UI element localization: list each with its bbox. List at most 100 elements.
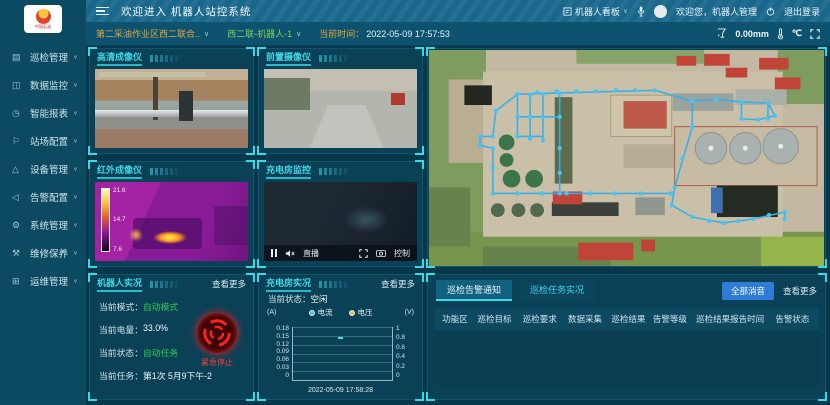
station-select[interactable]: 第二采油作业区西二联合.. ∨ bbox=[96, 27, 209, 40]
sidebar-item-maintenance[interactable]: ⚒ 维修保养 ∨ bbox=[0, 239, 86, 267]
left-axis-ticks: 0.180.15 0.120.09 0.060.03 0 bbox=[267, 327, 289, 381]
sidebar-item-label: 巡检管理 bbox=[30, 50, 68, 64]
speaker-icon: ◁ bbox=[12, 192, 25, 203]
tab-task-live[interactable]: 巡检任务实况 bbox=[519, 280, 595, 301]
clock-icon: ◷ bbox=[12, 108, 25, 119]
x-axis-time: 2022-05-09 17:58:28 bbox=[267, 387, 414, 394]
facility-map-panel bbox=[427, 48, 826, 267]
pause-icon[interactable] bbox=[271, 249, 277, 257]
equalizer-decoration bbox=[150, 281, 184, 288]
status-value: 自动任务 bbox=[143, 346, 178, 359]
kanban-label: 机器人看板 bbox=[575, 5, 620, 18]
rain-gauge-icon bbox=[716, 28, 727, 39]
gear-icon: ⚙ bbox=[12, 220, 25, 231]
control-label[interactable]: 控制 bbox=[394, 248, 410, 259]
status-label: 当前状态： bbox=[99, 346, 143, 359]
view-more-link[interactable]: 查看更多 bbox=[381, 278, 415, 290]
right-axis-ticks: 10.8 0.60.4 0.20 bbox=[396, 327, 414, 381]
roadside-trees bbox=[264, 78, 310, 110]
battery-label: 当前电量： bbox=[99, 323, 143, 336]
equalizer-decoration bbox=[319, 281, 353, 288]
current-time-label: 当前时间： bbox=[319, 27, 364, 40]
logout-button[interactable]: 退出登录 bbox=[784, 5, 820, 18]
ir-camera-video: 21.6 14.7 7.6 bbox=[95, 182, 248, 261]
front-camera-panel: 前置摄像仪 bbox=[258, 48, 423, 154]
sidebar-item-patrol[interactable]: ▤ 巡检管理 ∨ bbox=[0, 43, 86, 71]
current-voltage-chart: 0.180.15 0.120.09 0.060.03 0 10.8 0.60.4… bbox=[267, 327, 414, 393]
mute-icon[interactable] bbox=[285, 249, 295, 258]
chevron-down-icon: ∨ bbox=[73, 54, 78, 60]
page-title: 欢迎进入 机器人站控系统 bbox=[121, 4, 251, 19]
thermal-hotspot bbox=[129, 228, 143, 242]
equalizer-decoration bbox=[150, 55, 184, 62]
legend-current[interactable]: 电流 bbox=[309, 307, 333, 318]
chevron-down-icon: ∨ bbox=[73, 166, 78, 172]
sidebar-item-device-mgmt[interactable]: △ 设备管理 ∨ bbox=[0, 155, 86, 183]
emergency-stop-button[interactable] bbox=[197, 313, 237, 353]
estop-ring-icon bbox=[201, 317, 233, 349]
view-more-link[interactable]: 查看更多 bbox=[783, 285, 817, 297]
front-camera-video bbox=[264, 69, 417, 148]
ir-camera-panel: 红外成像仪 21.6 14.7 7.6 bbox=[89, 161, 254, 267]
sidebar-item-ops-mgmt[interactable]: ⊞ 运维管理 ∨ bbox=[0, 267, 86, 295]
estop-label: 紧急停止 bbox=[191, 357, 243, 368]
panel-title: 前置摄像仪 bbox=[266, 50, 311, 66]
chevron-down-icon: ∨ bbox=[623, 7, 628, 15]
monitor-icon: ◫ bbox=[12, 80, 25, 91]
sidebar-item-system-mgmt[interactable]: ⚙ 系统管理 ∨ bbox=[0, 211, 86, 239]
charge-room-camera-panel: 充电房监控 直播 控制 bbox=[258, 161, 423, 267]
charge-status-value: 空闲 bbox=[311, 293, 328, 305]
chevron-down-icon: ∨ bbox=[73, 138, 78, 144]
top-header: 欢迎进入 机器人站控系统 机器人看板 ∨ 欢迎您，机器人管理 退出登录 bbox=[86, 0, 830, 22]
mode-value: 自动模式 bbox=[143, 300, 178, 313]
fullscreen-icon[interactable] bbox=[359, 249, 368, 258]
microphone-icon[interactable] bbox=[637, 6, 645, 17]
right-axis-unit: (V) bbox=[388, 309, 414, 316]
panel-title: 充电房实况 bbox=[266, 276, 311, 292]
sidebar-item-smart-report[interactable]: ◷ 智能报表 ∨ bbox=[0, 99, 86, 127]
thermal-scale-bar bbox=[101, 188, 110, 251]
robot-select[interactable]: 西二联-机器人-1 ∨ bbox=[227, 27, 301, 40]
rainfall-value: 0.00mm bbox=[735, 29, 769, 39]
sidebar-item-label: 系统管理 bbox=[30, 218, 68, 232]
hd-camera-panel: 高清成像仪 bbox=[89, 48, 254, 154]
celsius-unit: ℃ bbox=[792, 28, 802, 39]
fullscreen-icon[interactable] bbox=[810, 29, 820, 39]
thermal-scale-labels: 21.6 14.7 7.6 bbox=[113, 187, 126, 253]
flag-icon: ⚐ bbox=[12, 136, 25, 147]
table-body-empty bbox=[434, 330, 819, 388]
view-more-link[interactable]: 查看更多 bbox=[212, 278, 246, 290]
sidebar-item-data-monitor[interactable]: ◫ 数据监控 ∨ bbox=[0, 71, 86, 99]
snapshot-icon[interactable] bbox=[376, 249, 386, 257]
panel-title: 高清成像仪 bbox=[97, 50, 142, 66]
chevron-down-icon: ∨ bbox=[73, 110, 78, 116]
thermometer-icon bbox=[777, 28, 784, 40]
charge-live-panel: 充电房实况 查看更多 当前状态：空闲 (A) 电流 电压 (V) 0.180.1… bbox=[258, 274, 423, 400]
facility-aerial-map[interactable] bbox=[429, 50, 824, 266]
wrench-icon: ⚒ bbox=[12, 248, 25, 259]
mute-all-button[interactable]: 全部消音 bbox=[722, 282, 774, 300]
plot-area bbox=[292, 327, 393, 381]
chevron-down-icon: ∨ bbox=[73, 82, 78, 88]
patrol-icon: ▤ bbox=[12, 52, 25, 63]
sidebar-item-station-config[interactable]: ⚐ 站场配置 ∨ bbox=[0, 127, 86, 155]
company-logo: 中国石油 bbox=[24, 5, 62, 33]
sidebar-item-label: 数据监控 bbox=[30, 78, 68, 92]
sidebar-item-alarm-config[interactable]: ◁ 告警配置 ∨ bbox=[0, 183, 86, 211]
charge-status-label: 当前状态： bbox=[268, 293, 311, 305]
kanban-dropdown[interactable]: 机器人看板 ∨ bbox=[563, 5, 628, 18]
hamburger-menu-icon[interactable] bbox=[96, 7, 109, 16]
chevron-down-icon: ∨ bbox=[204, 30, 209, 38]
equalizer-decoration bbox=[150, 168, 184, 175]
legend-voltage[interactable]: 电压 bbox=[349, 307, 373, 318]
mode-label: 当前模式： bbox=[99, 300, 143, 313]
sidebar: 中国石油 ▤ 巡检管理 ∨ ◫ 数据监控 ∨ ◷ 智能报表 ∨ ⚐ 站场配置 ∨… bbox=[0, 0, 86, 405]
chevron-down-icon: ∨ bbox=[296, 30, 301, 38]
left-axis-unit: (A) bbox=[267, 309, 293, 316]
user-avatar[interactable] bbox=[654, 5, 667, 18]
kanban-icon bbox=[563, 7, 572, 16]
petro-sun-icon bbox=[36, 9, 51, 24]
tab-alarm-notice[interactable]: 巡检告警通知 bbox=[436, 280, 512, 301]
table-header-row: 功能区 巡检目标 巡检要求 数据采集 巡检结果 告警等级 巡检结果报告时间 告警… bbox=[434, 308, 819, 330]
panel-title: 机器人实况 bbox=[97, 276, 142, 292]
